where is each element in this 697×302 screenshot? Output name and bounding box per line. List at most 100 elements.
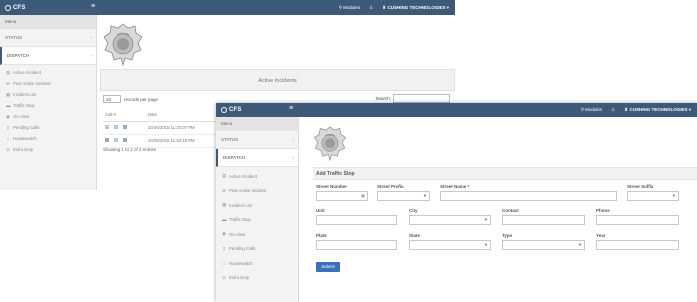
- year-input[interactable]: [596, 240, 679, 250]
- sidebar-item-label: Incident List: [13, 92, 36, 97]
- panel-title: Active Incidents: [100, 69, 455, 91]
- car-icon: ▬: [222, 217, 227, 223]
- topbar-right: ⚲ Modules ♙ ♜ CUSHING TECHNOLOGIES ▾: [339, 0, 449, 15]
- column-header-date[interactable]: Date: [145, 109, 218, 122]
- street-number-input[interactable]: ▣: [316, 191, 368, 201]
- modules-label: Modules: [343, 4, 361, 10]
- sidebar-item-label: Traffic Stop: [229, 217, 251, 223]
- sidebar-group-status[interactable]: STATUS ›: [216, 131, 298, 149]
- organization-label: CUSHING TECHNOLOGIES: [629, 107, 688, 112]
- sidebar-item-housewatch[interactable]: ⌂ Housewatch: [0, 133, 96, 144]
- sidebar: Menu STATUS › DISPATCH › ▤ Active Inciden…: [0, 15, 97, 190]
- column-header-call[interactable]: Call #: [103, 109, 146, 122]
- sidebar-item-active-incident[interactable]: ▤ Active Incident: [0, 67, 96, 78]
- search-label: Search:: [375, 96, 391, 101]
- top-navbar: CFS ≡ ⚲ Modules ♙ ♜ CUSHING TECHNOLOGIES…: [216, 103, 697, 117]
- sidebar-item-label: Active Incident: [229, 173, 257, 179]
- sidebar-item-extra-duty[interactable]: ◷ Extra Duty: [216, 271, 298, 286]
- sidebar-item-post-active-incident[interactable]: ⊕ Post Active Incident: [0, 78, 96, 89]
- modules-link[interactable]: ⚲ Modules: [581, 107, 603, 113]
- field-label: Phone: [596, 208, 610, 213]
- field-label: Contact: [502, 208, 519, 213]
- submit-button[interactable]: Submit: [316, 262, 340, 272]
- eye-icon: ◉: [222, 231, 226, 237]
- chevron-down-icon: ▾: [578, 242, 581, 247]
- sidebar-item-pending-calls[interactable]: ▯ Pending Calls: [216, 242, 298, 257]
- sidebar-group-status[interactable]: STATUS ›: [0, 29, 96, 47]
- sidebar-group-dispatch[interactable]: DISPATCH ›: [0, 47, 96, 65]
- sidebar-group-label: STATUS: [221, 137, 239, 142]
- clock-icon: ◷: [6, 146, 10, 152]
- sidebar-item-post-active-incident[interactable]: ⊕ Post Active Incident: [216, 184, 298, 199]
- topbar-right: ⚲ Modules ♙ ♜ CUSHING TECHNOLOGIES ▾: [581, 103, 691, 117]
- year-field: Year: [596, 233, 679, 250]
- brand-logo[interactable]: CFS: [216, 107, 242, 113]
- street-name-input[interactable]: [440, 191, 617, 201]
- unit-input[interactable]: [316, 215, 397, 225]
- brand-name: CFS: [13, 4, 26, 11]
- field-label: State: [409, 233, 421, 238]
- sidebar-group-label: STATUS: [5, 35, 23, 40]
- chevron-right-icon: ›: [90, 52, 92, 59]
- user-icon[interactable]: ♙: [369, 5, 373, 11]
- organization-menu[interactable]: ♜ CUSHING TECHNOLOGIES ▾: [624, 107, 691, 113]
- sidebar-group-label: DISPATCH: [223, 155, 246, 160]
- type-select[interactable]: ▾: [502, 240, 585, 250]
- entries-per-page: 10 records per page: [103, 95, 158, 103]
- field-label: Street Name *: [440, 184, 470, 189]
- hamburger-menu-icon[interactable]: ≡: [91, 3, 95, 10]
- incidents-table: Call # Date 10/26/2015 11:20:07 PM 10/26…: [103, 109, 218, 148]
- hamburger-menu-icon[interactable]: ≡: [289, 105, 293, 112]
- organization-menu[interactable]: ♜ CUSHING TECHNOLOGIES ▾: [382, 5, 449, 11]
- cfs-logo-icon: [221, 107, 227, 113]
- sidebar-item-traffic-stop[interactable]: ▬ Traffic Stop: [216, 213, 298, 228]
- sidebar-item-on-view[interactable]: ◉ On View: [216, 227, 298, 242]
- sidebar-item-pending-calls[interactable]: ▯ Pending Calls: [0, 122, 96, 133]
- phone-input[interactable]: [596, 215, 679, 225]
- sidebar-item-incident-list[interactable]: ▦ Incident List: [0, 89, 96, 100]
- sidebar-item-incident-list[interactable]: ▦ Incident List: [216, 198, 298, 213]
- sidebar-item-label: Traffic Stop: [13, 103, 35, 108]
- sidebar-item-on-view[interactable]: ◉ On View: [0, 111, 96, 122]
- sidebar-item-label: Pending Calls: [229, 246, 256, 252]
- street-suffix-field: Street Suffix ▾: [627, 184, 679, 201]
- menu-header: Menu: [216, 117, 298, 131]
- table-row[interactable]: 10/26/2015 11:20:07 PM: [103, 121, 218, 135]
- modules-link[interactable]: ⚲ Modules: [339, 5, 361, 11]
- contact-field: Contact: [502, 208, 585, 225]
- chevron-down-icon: ▾: [484, 242, 487, 247]
- entries-select[interactable]: 10: [103, 95, 121, 103]
- sidebar-item-extra-duty[interactable]: ◷ Extra Duty: [0, 144, 96, 155]
- city-select[interactable]: ▾: [409, 215, 491, 225]
- plate-input[interactable]: [316, 240, 397, 250]
- row-marker-icon: [123, 138, 127, 142]
- brand-logo[interactable]: CFS: [0, 4, 26, 11]
- form-title: Add Traffic Stop: [313, 167, 697, 180]
- address-book-icon[interactable]: ▣: [361, 193, 365, 199]
- sidebar-group-dispatch[interactable]: DISPATCH ›: [216, 149, 298, 167]
- table-search: Search:: [375, 94, 450, 103]
- street-prefix-select[interactable]: ▾: [377, 191, 430, 201]
- contact-input[interactable]: [502, 215, 585, 225]
- user-icon[interactable]: ♙: [611, 107, 615, 113]
- sidebar-item-traffic-stop[interactable]: ▬ Traffic Stop: [0, 100, 96, 111]
- menu-header: Menu: [0, 15, 96, 29]
- type-field: Type ▾: [502, 233, 585, 250]
- street-prefix-field: Street Prefix ▾: [377, 184, 430, 201]
- sidebar-item-label: Housewatch: [229, 260, 253, 266]
- call-cell: [103, 121, 146, 135]
- field-label: Year: [596, 233, 606, 238]
- table-row[interactable]: 10/26/2015 11:20:18 PM: [103, 134, 218, 148]
- state-select[interactable]: ▾: [409, 240, 491, 250]
- chevron-down-icon: ▾: [484, 217, 487, 222]
- clipboard-icon: ▤: [6, 69, 11, 75]
- table-info: Showing 1 to 2 of 2 entries: [103, 147, 157, 152]
- chevron-down-icon: ▾: [423, 193, 426, 198]
- entries-label: records per page: [124, 96, 159, 102]
- field-label: Type: [502, 233, 513, 238]
- street-suffix-select[interactable]: ▾: [627, 191, 679, 201]
- sidebar-item-housewatch[interactable]: ⌂ Housewatch: [216, 256, 298, 271]
- sidebar-item-active-incident[interactable]: ▤ Active Incident: [216, 169, 298, 184]
- search-input[interactable]: [393, 94, 450, 103]
- sidebar-item-label: Post Active Incident: [13, 81, 51, 86]
